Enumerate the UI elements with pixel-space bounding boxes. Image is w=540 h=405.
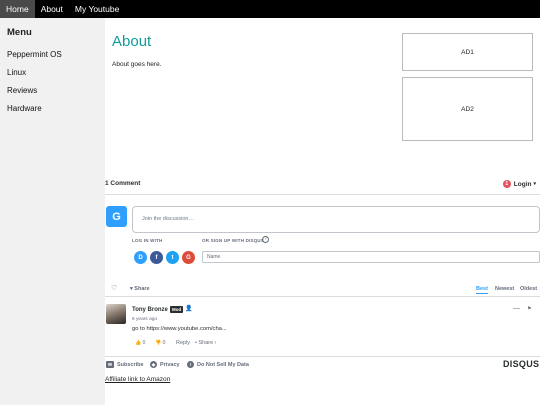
discussion-input[interactable]: Join the discussion…	[132, 206, 540, 233]
divider	[105, 356, 540, 357]
ad-slot-2[interactable]: AD2	[402, 77, 533, 141]
share-label: Share	[134, 286, 150, 292]
avatar[interactable]	[106, 304, 126, 324]
comment-text: go to https://www.youtube.com/cha...	[132, 326, 227, 332]
sidebar-item-peppermint-os[interactable]: Peppermint OS	[0, 46, 105, 64]
sidebar-item-linux[interactable]: Linux	[0, 64, 105, 82]
ad-label: AD1	[461, 48, 474, 56]
collapse-icon[interactable]: —	[513, 305, 520, 312]
comment-count: 1 Comment	[105, 180, 141, 187]
page-title: About	[112, 33, 152, 50]
chevron-down-icon: ▾	[533, 181, 536, 187]
tab-best[interactable]: Best	[476, 286, 488, 294]
flag-icon[interactable]: ⚑	[527, 306, 531, 312]
nav-home[interactable]: Home	[0, 0, 35, 18]
privacy-link[interactable]: ◆ Privacy	[150, 361, 180, 368]
comment-timestamp[interactable]: 6 years ago	[132, 317, 157, 322]
sidebar: Menu Peppermint OS Linux Reviews Hardwar…	[0, 18, 105, 405]
ad-label: AD2	[461, 105, 474, 113]
nav-about[interactable]: About	[35, 0, 69, 18]
subscribe-label: Subscribe	[117, 361, 144, 368]
upvote-count: 0	[142, 340, 146, 346]
name-input[interactable]: Name	[202, 251, 540, 263]
envelope-icon: ✉	[106, 361, 114, 368]
twitter-login-icon[interactable]: t	[166, 251, 179, 264]
warning-icon: !	[187, 361, 194, 368]
thumbs-down-icon: 👎	[155, 340, 163, 346]
google-login-icon[interactable]: G	[182, 251, 195, 264]
comment-share-button[interactable]: • Share ›	[195, 340, 217, 346]
heart-icon[interactable]: ♡	[111, 284, 117, 292]
facebook-login-icon[interactable]: f	[150, 251, 163, 264]
disqus-logo[interactable]: DISQUS	[503, 359, 539, 369]
comment-share-label: Share ›	[198, 340, 217, 346]
ad-slot-1[interactable]: AD1	[402, 33, 533, 71]
do-not-sell-label: Do Not Sell My Data	[197, 361, 249, 368]
tab-newest[interactable]: Newest	[495, 286, 514, 292]
privacy-label: Privacy	[160, 361, 180, 368]
help-icon[interactable]: ?	[262, 236, 269, 243]
reply-button[interactable]: Reply	[176, 340, 190, 346]
guest-avatar: G	[106, 206, 127, 227]
sidebar-item-hardware[interactable]: Hardware	[0, 100, 105, 118]
downvote-count: 0	[162, 340, 166, 346]
shield-icon: ◆	[150, 361, 157, 368]
tab-oldest[interactable]: Oldest	[520, 286, 537, 292]
notification-badge: 1	[502, 180, 511, 188]
comment-author[interactable]: Tony Bronze	[132, 307, 168, 313]
upvote-button[interactable]: 👍 0	[135, 340, 145, 346]
divider	[105, 194, 540, 195]
affiliate-link[interactable]: Affiliate link to Amazon	[105, 376, 170, 383]
log-in-with-label: LOG IN WITH	[132, 238, 163, 243]
nav-my-youtube[interactable]: My Youtube	[69, 0, 125, 18]
thumbs-up-icon: 👍	[135, 340, 143, 346]
sign-up-label: OR SIGN UP WITH DISQUS	[202, 238, 265, 243]
do-not-sell-link[interactable]: ! Do Not Sell My Data	[187, 361, 249, 368]
downvote-button[interactable]: 👎 0	[155, 340, 165, 346]
login-button[interactable]: 1 Login ▾	[502, 180, 536, 188]
share-button[interactable]: ▾ Share	[130, 286, 150, 292]
divider	[105, 296, 540, 297]
sidebar-item-reviews[interactable]: Reviews	[0, 82, 105, 100]
page-body-text: About goes here.	[112, 61, 162, 68]
mod-badge: Mod	[170, 306, 184, 313]
login-label: Login	[513, 180, 532, 188]
sidebar-title: Menu	[7, 27, 32, 38]
subscribe-link[interactable]: ✉ Subscribe	[106, 361, 144, 368]
disqus-login-icon[interactable]: D	[134, 251, 147, 264]
top-nav: Home About My Youtube	[0, 0, 540, 18]
user-icon: 👤	[185, 306, 193, 312]
